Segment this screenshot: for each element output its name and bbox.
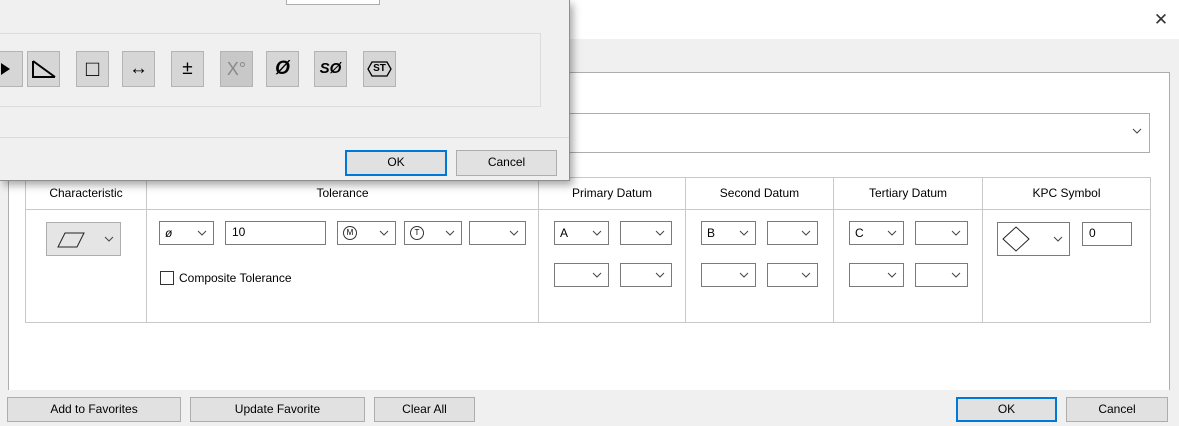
diameter-icon: Ø: [275, 58, 290, 79]
cancel-button[interactable]: Cancel: [1066, 397, 1168, 422]
feature-control-frame-table: Characteristic Tolerance ø 10 M T Compos…: [25, 177, 1151, 323]
tolerance-value-input[interactable]: 10: [225, 221, 326, 245]
material-modifier-dropdown[interactable]: M: [337, 221, 396, 245]
primary-datum-header: Primary Datum: [539, 178, 685, 210]
tertiary-datum-value: C: [855, 226, 864, 240]
material-modifier-value: M: [343, 226, 357, 240]
tertiary-modifier-row2-dropdown[interactable]: [915, 263, 968, 287]
diameter-modifier-dropdown[interactable]: ø: [159, 221, 214, 245]
kpc-symbol-column: KPC Symbol 0: [983, 178, 1150, 322]
kpc-symbol-header: KPC Symbol: [983, 178, 1150, 210]
second-datum-header: Second Datum: [686, 178, 833, 210]
chevron-down-icon: [739, 272, 749, 278]
primary-modifier-row2-dropdown[interactable]: [620, 263, 672, 287]
chevron-down-icon: [801, 230, 811, 236]
chevron-down-icon: [197, 230, 207, 236]
plus-minus-icon: ±: [182, 58, 193, 79]
tolerance-column: Tolerance ø 10 M T Composite Tolerance: [147, 178, 539, 322]
parallelogram-flatness-icon: [57, 232, 85, 248]
chevron-down-icon: [655, 272, 665, 278]
arrow-symbol-button[interactable]: [0, 51, 23, 87]
slope-symbol-button[interactable]: [27, 51, 60, 87]
chevron-down-icon: [951, 230, 961, 236]
second-datum-value: B: [707, 226, 716, 240]
arrow-icon: [1, 63, 10, 75]
statistical-symbol-button[interactable]: ST: [363, 51, 396, 87]
chevron-down-icon: [1053, 236, 1063, 242]
statistical-label: ST: [373, 63, 386, 74]
tertiary-modifier-dropdown[interactable]: [915, 221, 968, 245]
tertiary-datum-header: Tertiary Datum: [834, 178, 982, 210]
primary-modifier-dropdown[interactable]: [620, 221, 672, 245]
clear-all-button[interactable]: Clear All: [374, 397, 475, 422]
symbol-picker-dialog: □ ↔ ± X° Ø SØ ST OK Cancel: [0, 0, 570, 181]
square-symbol-button[interactable]: □: [76, 51, 109, 87]
characteristic-dropdown[interactable]: [46, 222, 121, 256]
close-icon[interactable]: ✕: [1143, 6, 1179, 34]
tangent-modifier-dropdown[interactable]: T: [404, 221, 462, 245]
kpc-value-input[interactable]: 0: [1082, 222, 1132, 246]
add-to-favorites-button[interactable]: Add to Favorites: [7, 397, 181, 422]
chevron-down-icon: [951, 272, 961, 278]
chevron-down-icon: [1132, 128, 1142, 134]
tertiary-datum-column: Tertiary Datum C: [834, 178, 983, 322]
primary-datum-value: A: [560, 226, 569, 240]
second-datum-column: Second Datum B: [686, 178, 834, 322]
second-datum-row2-dropdown[interactable]: [701, 263, 756, 287]
chevron-down-icon: [509, 230, 519, 236]
second-modifier-dropdown[interactable]: [767, 221, 818, 245]
chevron-down-icon: [445, 230, 455, 236]
tangent-modifier-value: T: [410, 226, 424, 240]
chevron-down-icon: [592, 230, 602, 236]
chevron-down-icon: [104, 236, 114, 242]
diameter-symbol-button[interactable]: Ø: [266, 51, 299, 87]
degree-symbol-button[interactable]: X°: [220, 51, 253, 87]
spherical-diameter-symbol-button[interactable]: SØ: [314, 51, 347, 87]
square-icon: □: [85, 56, 100, 81]
symbol-cancel-button[interactable]: Cancel: [456, 150, 557, 176]
composite-tolerance-label: Composite Tolerance: [179, 271, 292, 285]
chevron-down-icon: [655, 230, 665, 236]
extra-modifier-dropdown[interactable]: [469, 221, 526, 245]
ok-button[interactable]: OK: [956, 397, 1057, 422]
double-arrow-symbol-button[interactable]: ↔: [122, 51, 155, 87]
primary-datum-dropdown[interactable]: A: [554, 221, 609, 245]
primary-datum-column: Primary Datum A: [539, 178, 686, 322]
chevron-down-icon: [592, 272, 602, 278]
update-favorite-button[interactable]: Update Favorite: [190, 397, 365, 422]
symbol-text-field[interactable]: [286, 0, 380, 5]
composite-tolerance-checkbox[interactable]: [160, 271, 174, 285]
diameter-modifier-value: ø: [165, 226, 173, 240]
tolerance-header: Tolerance: [147, 178, 538, 210]
slope-icon: [32, 60, 56, 78]
chevron-down-icon: [887, 272, 897, 278]
chevron-down-icon: [379, 230, 389, 236]
diamond-icon: [1002, 226, 1030, 252]
characteristic-column: Characteristic: [26, 178, 147, 322]
plus-minus-symbol-button[interactable]: ±: [171, 51, 204, 87]
chevron-down-icon: [887, 230, 897, 236]
degree-icon: X°: [226, 59, 247, 79]
second-datum-dropdown[interactable]: B: [701, 221, 756, 245]
kpc-symbol-dropdown[interactable]: [997, 222, 1070, 256]
chevron-down-icon: [739, 230, 749, 236]
double-arrow-icon: ↔: [129, 58, 148, 79]
symbol-ok-button[interactable]: OK: [345, 150, 447, 176]
tertiary-datum-dropdown[interactable]: C: [849, 221, 904, 245]
primary-datum-row2-dropdown[interactable]: [554, 263, 609, 287]
tertiary-datum-row2-dropdown[interactable]: [849, 263, 904, 287]
chevron-down-icon: [801, 272, 811, 278]
second-modifier-row2-dropdown[interactable]: [767, 263, 818, 287]
spherical-diameter-icon: SØ: [319, 60, 342, 77]
characteristic-header: Characteristic: [26, 178, 146, 210]
separator: [0, 137, 569, 138]
